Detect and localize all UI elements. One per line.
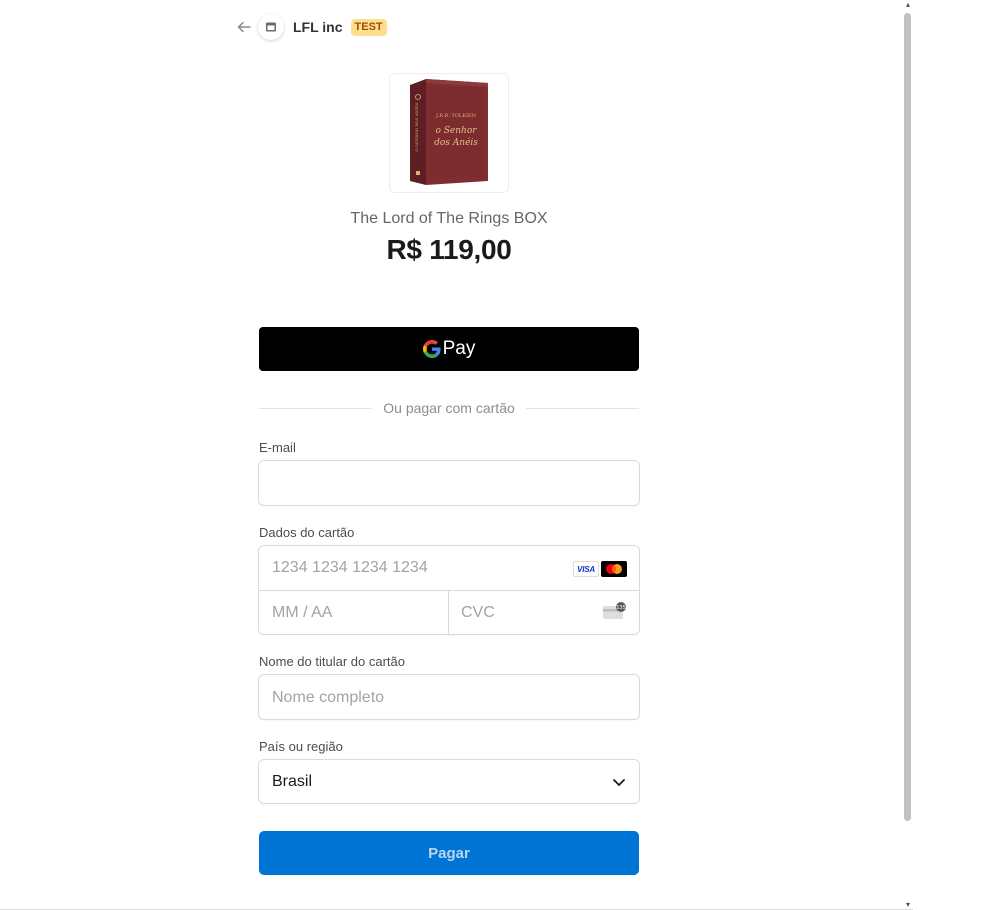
pay-button-label: Pagar xyxy=(428,844,470,862)
product-image: J.R.R. TOLKIEN o Senhor dos Anéis O SENH… xyxy=(389,73,509,193)
merchant-header: LFL inc TEST xyxy=(236,14,387,40)
card-expiry-field[interactable]: MM / AA xyxy=(259,591,448,635)
svg-text:J.R.R. TOLKIEN: J.R.R. TOLKIEN xyxy=(435,113,477,119)
pay-button[interactable]: Pagar xyxy=(259,831,639,875)
payment-divider: Ou pagar com cartão xyxy=(259,399,640,417)
chevron-down-icon xyxy=(613,779,625,786)
email-field[interactable] xyxy=(258,460,640,506)
svg-text:o Senhor: o Senhor xyxy=(435,126,477,136)
card-label: Dados do cartão xyxy=(259,525,355,540)
visa-text: VISA xyxy=(577,564,595,574)
card-details-group: 1234 1234 1234 1234 VISA MM / AA CVC 135 xyxy=(258,545,640,635)
merchant-name: LFL inc xyxy=(293,19,343,35)
card-number-placeholder: 1234 1234 1234 1234 xyxy=(272,559,428,576)
google-pay-button[interactable]: Pay xyxy=(259,327,639,371)
google-g-icon xyxy=(422,340,441,358)
book-box-image: J.R.R. TOLKIEN o Senhor dos Anéis O SENH… xyxy=(410,79,488,185)
divider-text: Ou pagar com cartão xyxy=(383,400,515,416)
card-number-field[interactable]: 1234 1234 1234 1234 VISA xyxy=(259,546,639,590)
svg-text:dos Anéis: dos Anéis xyxy=(434,137,478,148)
card-cvc-field[interactable]: CVC 135 xyxy=(449,591,639,635)
country-select[interactable]: Brasil xyxy=(258,759,640,804)
cardholder-label: Nome do titular do cartão xyxy=(259,654,405,669)
test-mode-badge: TEST xyxy=(350,18,387,36)
divider-line-right xyxy=(525,407,640,409)
card-expiry-placeholder: MM / AA xyxy=(272,604,333,621)
card-cvc-icon: 135 xyxy=(603,602,626,619)
country-label: País ou região xyxy=(259,739,343,754)
arrow-left-icon[interactable] xyxy=(236,19,252,35)
cardholder-placeholder: Nome completo xyxy=(272,689,385,706)
cardholder-name-field[interactable]: Nome completo xyxy=(258,674,640,720)
email-label: E-mail xyxy=(259,440,296,455)
svg-text:135: 135 xyxy=(616,605,626,611)
product-name: The Lord of The Rings BOX xyxy=(350,210,548,227)
mastercard-icon xyxy=(601,561,627,577)
scroll-up-icon[interactable]: ▴ xyxy=(903,0,913,10)
card-bottom-row: MM / AA CVC 135 xyxy=(259,590,639,635)
product-price: R$ 119,00 xyxy=(386,234,512,265)
svg-text:O SENHOR DOS ANÉIS: O SENHOR DOS ANÉIS xyxy=(414,102,419,151)
visa-icon: VISA xyxy=(573,561,599,577)
store-icon xyxy=(258,14,284,40)
card-cvc-placeholder: CVC xyxy=(461,604,495,621)
scrollbar-thumb[interactable] xyxy=(904,13,911,821)
divider-line-left xyxy=(259,407,373,409)
country-selected-value: Brasil xyxy=(272,773,313,790)
google-pay-label: Pay xyxy=(442,338,476,359)
